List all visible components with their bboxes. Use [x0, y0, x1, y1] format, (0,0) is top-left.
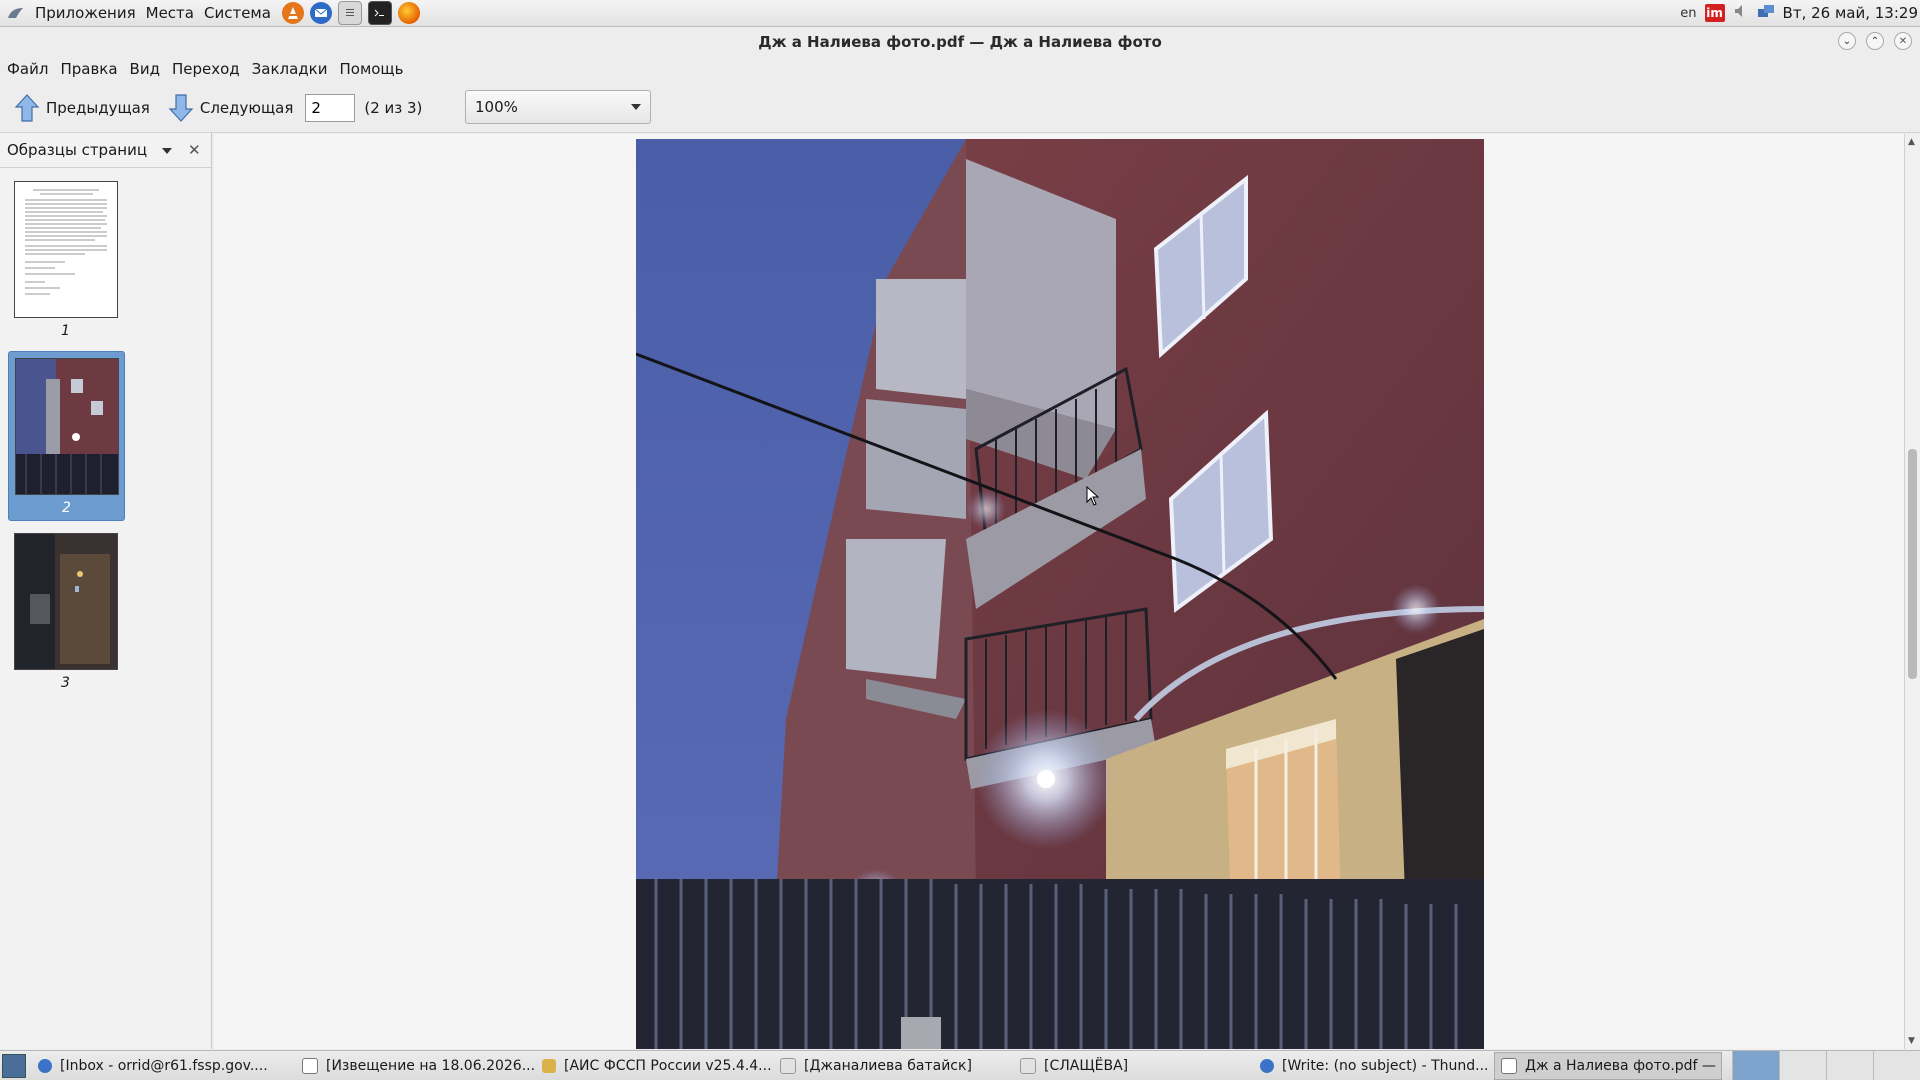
scroll-down-icon[interactable]: ▼ — [1908, 1036, 1915, 1046]
workspace-2[interactable] — [1779, 1051, 1826, 1080]
page-count: (2 из 3) — [364, 99, 423, 117]
task-inbox[interactable]: [Inbox - orrid@r61.fssp.gov.... — [32, 1052, 296, 1080]
pdf-icon — [1501, 1057, 1517, 1074]
thumbnail-label-3: 3 — [61, 675, 70, 691]
clock[interactable]: Вт, 26 май, 13:29 — [1783, 4, 1918, 22]
task-label: [Извещение на 18.06.2026... — [326, 1057, 536, 1074]
next-page-button[interactable]: Следующая — [162, 88, 300, 128]
scrollbar-thumb[interactable] — [1908, 449, 1917, 679]
task-label: [Write: (no subject) - Thund... — [1282, 1057, 1489, 1074]
previous-page-button[interactable]: Предыдущая — [8, 88, 156, 128]
thunderbird-icon — [38, 1058, 52, 1073]
task-label: [АИС ФССП России v25.4.4... — [564, 1057, 772, 1074]
maximize-button[interactable]: ⌃ — [1866, 32, 1884, 50]
menu-go[interactable]: Переход — [166, 60, 246, 78]
thunderbird-icon — [1260, 1058, 1274, 1073]
task-label: Дж а Налиева фото.pdf — ... — [1525, 1057, 1722, 1074]
building-photo — [636, 139, 1484, 1049]
close-window-button[interactable]: ✕ — [1894, 32, 1912, 50]
window-titlebar[interactable]: Дж а Налиева фото.pdf — Дж а Налиева фот… — [0, 28, 1920, 55]
thumbnail-label-2: 2 — [62, 500, 71, 516]
task-label: [Джаналиева батайск] — [804, 1057, 972, 1074]
workspace-1[interactable] — [1732, 1051, 1779, 1080]
network-icon[interactable] — [1757, 3, 1775, 23]
arrow-down-icon — [168, 93, 194, 123]
thumbnail-page-3[interactable]: 3 — [8, 533, 123, 691]
task-write-thunderbird[interactable]: [Write: (no subject) - Thund... — [1254, 1052, 1494, 1080]
thumbnail-page-1[interactable]: 1 — [8, 181, 123, 339]
task-ais-fssp[interactable]: [АИС ФССП России v25.4.4... — [536, 1052, 774, 1080]
window-title: Дж а Налиева фото.pdf — Дж а Налиева фот… — [758, 32, 1162, 51]
zoom-select[interactable]: 100% — [465, 90, 651, 124]
menu-applications[interactable]: Приложения — [30, 4, 141, 22]
taskbar: [Inbox - orrid@r61.fssp.gov.... [Извещен… — [0, 1050, 1920, 1080]
firefox-icon[interactable] — [397, 2, 420, 24]
task-label: [СЛАЩЁВА] — [1044, 1057, 1129, 1074]
workspace-switcher — [1732, 1051, 1920, 1080]
next-label: Следующая — [199, 99, 294, 117]
thunderbird-icon[interactable] — [309, 2, 332, 24]
terminal-icon[interactable] — [367, 1, 392, 25]
arrow-up-icon — [14, 93, 40, 123]
text-editor-icon[interactable] — [337, 1, 362, 25]
scroll-up-icon[interactable]: ▲ — [1908, 137, 1915, 147]
document-icon — [302, 1057, 318, 1074]
workspace-3[interactable] — [1826, 1051, 1873, 1080]
chevron-down-icon — [631, 104, 641, 110]
toolbar: Предыдущая Следующая (2 из 3) 100% — [0, 84, 1920, 133]
task-notice[interactable]: [Извещение на 18.06.2026... — [296, 1052, 536, 1080]
show-desktop-icon[interactable] — [2, 1053, 26, 1078]
volume-icon[interactable] — [1733, 3, 1749, 23]
workspace-4[interactable] — [1873, 1051, 1920, 1080]
menu-system[interactable]: Система — [199, 4, 276, 22]
vlc-icon[interactable] — [281, 2, 304, 24]
thumbnail-image-1 — [13, 181, 118, 318]
sidebar-title: Образцы страниц — [7, 141, 148, 159]
top-panel: Приложения Места Система en im Вт, 26 ма… — [0, 0, 1920, 27]
task-folder-dzhanalieva[interactable]: [Джаналиева батайск] — [774, 1052, 1014, 1080]
task-folder-slashcheva[interactable]: [СЛАЩЁВА] — [1014, 1052, 1254, 1080]
document-view[interactable] — [214, 134, 1904, 1049]
thumbnail-image-3 — [13, 533, 118, 670]
menu-edit[interactable]: Правка — [54, 60, 123, 78]
close-sidebar-icon[interactable]: ✕ — [188, 141, 201, 159]
thumbnail-image-2 — [14, 358, 119, 495]
folder-icon — [780, 1057, 796, 1074]
thumbnail-label-1: 1 — [61, 323, 70, 339]
thumbnails-sidebar: Образцы страниц ✕ 1 2 3 — [0, 133, 212, 1049]
im-indicator-icon[interactable]: im — [1704, 4, 1725, 22]
foot-logo-icon[interactable] — [6, 3, 26, 23]
sidebar-dropdown-icon[interactable] — [162, 148, 172, 154]
menu-view[interactable]: Вид — [124, 60, 166, 78]
sidebar-header[interactable]: Образцы страниц — [0, 133, 211, 168]
menu-help[interactable]: Помощь — [333, 60, 409, 78]
menu-bookmarks[interactable]: Закладки — [246, 60, 334, 78]
mouse-cursor-icon — [1086, 486, 1100, 506]
menu-places[interactable]: Места — [141, 4, 199, 22]
vertical-scrollbar[interactable]: ▲ ▼ — [1904, 134, 1920, 1049]
task-label: [Inbox - orrid@r61.fssp.gov.... — [60, 1057, 268, 1074]
keyboard-layout[interactable]: en — [1680, 6, 1696, 21]
menubar: Файл Правка Вид Переход Закладки Помощь — [0, 56, 1920, 82]
task-pdf-viewer[interactable]: Дж а Налиева фото.pdf — ... — [1494, 1051, 1722, 1080]
minimize-button[interactable]: ⌄ — [1838, 32, 1856, 50]
emblem-icon — [542, 1058, 556, 1073]
zoom-value: 100% — [475, 98, 518, 116]
folder-icon — [1020, 1057, 1036, 1074]
page-image — [636, 139, 1484, 1049]
previous-label: Предыдущая — [46, 99, 150, 117]
thumbnail-page-2[interactable]: 2 — [8, 351, 125, 521]
menu-file[interactable]: Файл — [0, 60, 54, 78]
page-number-input[interactable] — [305, 94, 356, 122]
